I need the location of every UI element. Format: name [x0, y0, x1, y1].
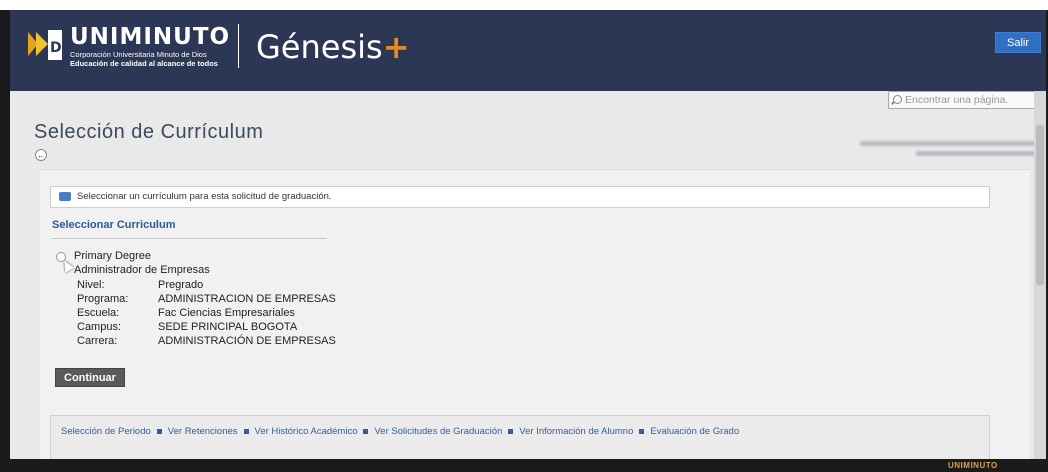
- detail-value: Pregrado: [158, 279, 204, 291]
- section-title: Seleccionar Curriculum: [52, 219, 176, 231]
- link-informacion-alumno[interactable]: Ver Información de Alumno: [519, 426, 633, 437]
- related-links-box: Selección de Periodo Ver Retenciones Ver H…: [50, 415, 990, 460]
- logo-mark-icon: D: [24, 24, 66, 66]
- link-separator: [156, 428, 162, 434]
- bottom-strip: UNIMINUTO: [0, 459, 1048, 472]
- detail-value: ADMINISTRACIÓN DE EMPRESAS: [158, 335, 336, 347]
- link-separator: [363, 428, 369, 434]
- link-solicitudes-graduacion[interactable]: Ver Solicitudes de Graduación: [374, 426, 502, 437]
- detail-row-carrera: Carrera: ADMINISTRACIÓN DE EMPRESAS: [77, 335, 336, 347]
- main-content: Encontrar una página. Selección de Currí…: [10, 91, 1046, 460]
- svg-text:D: D: [50, 40, 62, 56]
- link-evaluacion-grado[interactable]: Evaluación de Grado: [650, 426, 739, 437]
- brand-divider: [238, 24, 239, 68]
- scrollbar-thumb[interactable]: [1036, 125, 1044, 285]
- detail-label: Nivel:: [77, 279, 105, 291]
- info-message-icon: [59, 192, 71, 201]
- detail-row-nivel: Nivel: Pregrado: [77, 279, 203, 291]
- brand-name: UNIMINUTO: [70, 24, 231, 50]
- brand-subtitle: Corporación Universitaria Minuto de Dios: [70, 50, 207, 59]
- detail-label: Escuela:: [77, 307, 120, 319]
- user-info-blurred: [860, 141, 1036, 161]
- top-strip: [0, 0, 1048, 10]
- detail-row-escuela: Escuela: Fac Ciencias Empresariales: [77, 307, 295, 319]
- related-links: Selección de Periodo Ver Retenciones Ver H…: [61, 426, 739, 437]
- page-title: Selección de Currículum: [34, 121, 264, 143]
- info-message: Seleccionar un currículum para esta soli…: [50, 186, 990, 208]
- app-plus: +: [382, 28, 410, 66]
- link-historico-academico[interactable]: Ver Histórico Académico: [255, 426, 358, 437]
- curriculum-panel: Seleccionar un currículum para esta soli…: [40, 169, 1030, 460]
- detail-row-campus: Campus: SEDE PRINCIPAL BOGOTA: [77, 321, 297, 333]
- detail-row-programa: Programa: ADMINISTRACION DE EMPRESAS: [77, 293, 336, 305]
- back-arrow-icon[interactable]: ←: [35, 149, 47, 161]
- detail-label: Campus:: [77, 321, 122, 333]
- detail-label: Programa:: [77, 293, 129, 305]
- continue-button[interactable]: Continuar: [55, 368, 125, 387]
- logout-button[interactable]: Salir: [995, 32, 1041, 53]
- detail-value: Fac Ciencias Empresariales: [158, 307, 295, 319]
- app-logo: Génesis+: [256, 28, 410, 66]
- link-separator: [639, 428, 645, 434]
- search-input[interactable]: Encontrar una página.: [888, 91, 1036, 109]
- degree-label: Primary Degree: [74, 250, 152, 262]
- link-seleccion-periodo[interactable]: Selección de Periodo: [61, 426, 151, 437]
- info-message-text: Seleccionar un currículum para esta soli…: [77, 191, 332, 202]
- link-separator: [243, 428, 249, 434]
- header: D UNIMINUTO Corporación Universitaria Mi…: [10, 10, 1046, 91]
- program-name: Administrador de Empresas: [74, 264, 210, 276]
- search-icon: [893, 95, 902, 104]
- link-ver-retenciones[interactable]: Ver Retenciones: [168, 426, 238, 437]
- search-placeholder: Encontrar una página.: [905, 94, 1009, 106]
- brand-tagline: Educación de calidad al alcance de todos: [70, 59, 218, 68]
- app-name: Génesis: [256, 28, 383, 66]
- link-separator: [508, 428, 514, 434]
- detail-value: SEDE PRINCIPAL BOGOTA: [158, 321, 298, 333]
- detail-value: ADMINISTRACION DE EMPRESAS: [158, 293, 336, 305]
- detail-label: Carrera:: [77, 335, 118, 347]
- footer-logo: UNIMINUTO: [948, 461, 998, 470]
- section-divider: [52, 238, 327, 239]
